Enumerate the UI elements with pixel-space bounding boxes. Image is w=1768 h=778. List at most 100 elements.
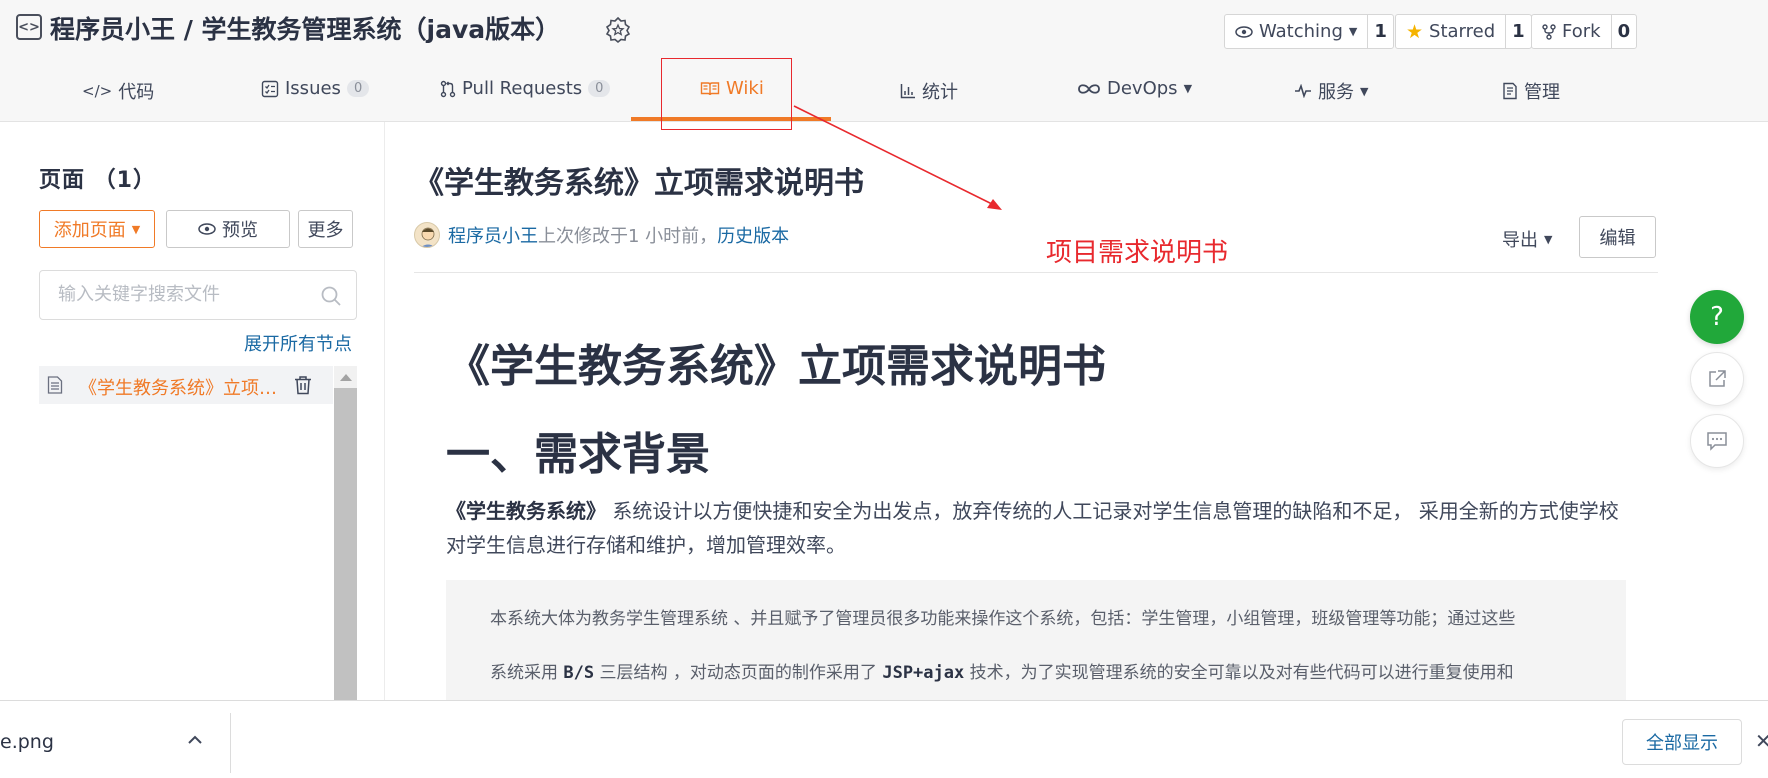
avatar-face-icon [421,227,435,247]
quote-line-1: 本系统大体为教务学生管理系统 、并且赋予了管理员很多功能来操作这个系统，包括：学… [490,609,1516,629]
tab-manage-label: 管理 [1524,82,1560,103]
quote-text: 系统采用 [490,663,564,683]
download-file-name[interactable]: e.png [0,731,54,753]
comment-button[interactable] [1690,414,1744,468]
page-tree-item-label: 《学生教务系统》立项需求说明书 [79,378,289,399]
eye-icon [1235,25,1253,38]
expand-all-link[interactable]: 展开所有节点 [244,330,352,356]
content-heading-2: 一、需求背景 [446,429,710,480]
watch-count[interactable]: 1 [1368,15,1393,48]
file-search [39,270,357,320]
page-tree: 《学生教务系统》立项需求说明书 [39,366,357,700]
fork-button[interactable]: Fork [1532,15,1612,48]
preview-label: 预览 [222,220,258,241]
annotation-highlight-box [661,58,792,130]
code-icon: </> [82,82,113,100]
watch-button[interactable]: Watching ▼ [1225,15,1369,48]
tab-issues-label: Issues [285,78,341,99]
export-label: 导出 [1502,230,1538,251]
star-button[interactable]: ★ Starred [1396,15,1507,48]
export-dropdown[interactable]: 导出 ▼ [1502,226,1552,252]
pulse-icon [1295,84,1311,98]
pull-request-icon [440,80,456,97]
star-icon: ★ [1406,20,1424,43]
paragraph-bold: 《学生教务系统》 [446,499,606,523]
infinity-icon [1078,83,1100,94]
more-button[interactable]: 更多 [298,210,353,248]
tab-issues[interactable]: Issues 0 [261,78,370,99]
download-bar: e.png 全部显示 ✕ [0,700,1768,778]
settings-doc-icon [1503,82,1517,100]
paragraph-text: 系统设计以方便快捷和安全为出发点，放弃传统的人工记录对学生信息管理的缺陷和不足，… [446,499,1619,557]
file-search-input[interactable] [58,284,308,305]
page-tree-item[interactable]: 《学生教务系统》立项需求说明书 [39,366,333,404]
content-paragraph: 《学生教务系统》 系统设计以方便快捷和安全为出发点，放弃传统的人工记录对学生信息… [446,494,1624,562]
document-icon [47,376,63,394]
recommended-badge-icon[interactable] [604,16,632,44]
inline-code: B/S [563,663,595,683]
trash-icon[interactable] [293,375,313,395]
tab-stats-label: 统计 [922,82,958,103]
caret-down-icon: ▼ [1544,232,1553,246]
tab-pull-requests-label: Pull Requests [462,78,583,99]
caret-down-icon: ▼ [1348,25,1358,38]
issues-count-badge: 0 [346,80,370,97]
watch-label: Watching [1259,21,1343,42]
annotation-label: 项目需求说明书 [1046,238,1229,268]
bar-chart-icon [900,84,915,99]
add-page-label: 添加页面 [53,220,126,241]
fork-label: Fork [1562,21,1601,42]
repo-title[interactable]: 程序员小王 / 学生教务管理系统（java版本） [50,10,560,46]
pages-heading: 页面 （1） [39,168,156,193]
quote-text: 三层结构 ，对动态页面的制作采用了 [594,663,883,683]
tab-devops[interactable]: DevOps ▼ [1077,78,1192,99]
divider [230,713,231,773]
content-blockquote: 本系统大体为教务学生管理系统 、并且赋予了管理员很多功能来操作这个系统，包括：学… [446,580,1626,700]
caret-down-icon: ▼ [1360,84,1369,98]
fork-count[interactable]: 0 [1612,15,1637,48]
star-count[interactable]: 1 [1506,15,1531,48]
tab-pull-requests[interactable]: Pull Requests 0 [440,78,611,99]
tab-stats[interactable]: 统计 [900,78,958,104]
caret-down-icon: ▼ [1183,82,1193,95]
wiki-sidebar: 页面 （1） 添加页面 ▼ 预览 更多 展开所有节点 《学生教务系统》立项需求说… [0,122,385,700]
quote-line-2: 系统采用 B/S 三层结构 ，对动态页面的制作采用了 JSP+ajax 技术，为… [490,658,1514,683]
eye-icon [198,223,216,235]
add-page-button[interactable]: 添加页面 ▼ [39,210,155,248]
annotation-arrow [793,105,1002,210]
sidebar-scrollbar-thumb[interactable] [334,388,357,700]
help-button[interactable]: ? [1690,290,1744,344]
quote-text: 技术，为了实现管理系统的安全可靠以及对有些代码可以进行重复使用和 [964,663,1514,683]
show-all-button[interactable]: 全部显示 [1622,719,1742,765]
share-button[interactable] [1690,352,1744,406]
watch-group: Watching ▼ 1 [1224,14,1394,49]
edit-button[interactable]: 编辑 [1579,216,1656,258]
close-icon[interactable]: ✕ [1755,729,1768,753]
caret-down-icon: ▼ [131,222,141,236]
modified-time: 上次修改于1 小时前， [538,226,718,247]
star-label: Starred [1429,21,1496,42]
fork-group: Fork 0 [1531,14,1638,49]
scroll-up-arrow-icon[interactable] [340,374,352,381]
divider [414,272,1658,273]
search-icon[interactable] [320,285,342,307]
history-link[interactable]: 历史版本 [717,222,789,248]
tab-manage[interactable]: 管理 [1502,78,1560,104]
repo-code-icon: <> [16,14,42,40]
preview-button[interactable]: 预览 [166,210,290,248]
chat-bubble-icon [1707,432,1727,451]
pulls-count-badge: 0 [588,80,611,97]
fork-icon [1542,23,1556,40]
chevron-up-icon[interactable] [186,731,204,749]
tab-services-label: 服务 [1318,82,1354,103]
inline-code: JSP+ajax [882,663,965,683]
tab-code-label: 代码 [118,82,155,103]
avatar[interactable] [414,222,440,248]
tab-code[interactable]: </> 代码 [82,78,154,104]
author-link[interactable]: 程序员小王 [448,222,538,248]
share-icon [1709,370,1726,387]
content-heading-1: 《学生教务系统》立项需求说明书 [446,341,1106,392]
tab-devops-label: DevOps [1107,78,1178,99]
star-group: ★ Starred 1 [1395,14,1532,49]
tab-services[interactable]: 服务 ▼ [1294,78,1368,104]
